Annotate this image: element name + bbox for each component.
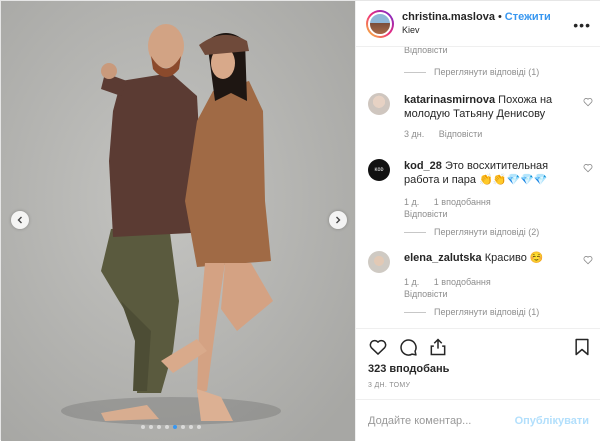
- carousel-dot: [149, 425, 153, 429]
- author-avatar[interactable]: [366, 9, 394, 38]
- post-timestamp[interactable]: 3 дн. тому: [368, 382, 410, 389]
- comment-input[interactable]: [368, 414, 515, 427]
- heart-icon[interactable]: [368, 337, 388, 357]
- photo-illustration: [1, 1, 355, 441]
- post-header: christina.maslova • Стежити Kiev •••: [356, 1, 600, 47]
- reply-link[interactable]: Відповісти: [404, 289, 448, 299]
- comment-meta: 1 д. 1 вподобання: [404, 197, 503, 207]
- view-replies-link[interactable]: Переглянути відповіді (1): [404, 307, 539, 317]
- post-side-panel: christina.maslova • Стежити Kiev ••• Від…: [355, 1, 600, 441]
- post-location[interactable]: Kiev: [402, 24, 551, 37]
- carousel-dot: [173, 425, 177, 429]
- comment-icon[interactable]: [398, 337, 418, 357]
- follow-button[interactable]: Стежити: [505, 11, 551, 24]
- comments-list[interactable]: Відповісти Переглянути відповіді (1) kat…: [356, 47, 600, 329]
- more-options-icon[interactable]: •••: [573, 17, 591, 33]
- instagram-post: christina.maslova • Стежити Kiev ••• Від…: [0, 0, 600, 441]
- carousel-dot: [189, 425, 193, 429]
- commenter-avatar[interactable]: [368, 251, 390, 273]
- carousel-dot: [141, 425, 145, 429]
- publish-button[interactable]: Опублікувати: [515, 415, 589, 427]
- view-replies-link[interactable]: Переглянути відповіді (1): [404, 67, 539, 77]
- carousel-dot: [197, 425, 201, 429]
- comment-meta-reply: Відповісти: [404, 209, 460, 219]
- carousel-dot: [157, 425, 161, 429]
- like-comment-icon[interactable]: [583, 163, 593, 173]
- author-username[interactable]: christina.maslova: [402, 11, 495, 24]
- chevron-left-icon: [17, 216, 22, 224]
- comment-text: Красиво ☺️: [484, 252, 544, 264]
- like-comment-icon[interactable]: [583, 255, 593, 265]
- post-photo[interactable]: [1, 1, 355, 441]
- commenter-avatar[interactable]: KOD: [368, 159, 390, 181]
- comment-meta: 1 д. 1 вподобання: [404, 277, 503, 287]
- comment-time: 3 дн.: [404, 129, 425, 139]
- next-slide-button[interactable]: [329, 211, 347, 229]
- bookmark-icon[interactable]: [572, 337, 592, 357]
- commenter-avatar[interactable]: [368, 93, 390, 115]
- like-comment-icon[interactable]: [583, 97, 593, 107]
- previous-slide-button[interactable]: [11, 211, 29, 229]
- comment-username[interactable]: katarinasmirnova: [404, 94, 495, 106]
- reply-link[interactable]: Відповісти: [404, 209, 448, 219]
- comment-likes[interactable]: 1 вподобання: [434, 197, 491, 207]
- comment-time: 1 д.: [404, 197, 420, 207]
- reply-link[interactable]: Відповісти: [439, 129, 483, 139]
- comment-meta: 3 дн. Відповісти: [404, 129, 494, 139]
- view-replies-link[interactable]: Переглянути відповіді (2): [404, 227, 539, 237]
- post-actions: [368, 333, 590, 359]
- carousel-dot: [165, 425, 169, 429]
- comment-username[interactable]: kod_28: [404, 160, 442, 172]
- header-separator: •: [497, 10, 502, 23]
- carousel-dot: [181, 425, 185, 429]
- chevron-right-icon: [336, 216, 341, 224]
- share-icon[interactable]: [428, 337, 448, 357]
- reply-link[interactable]: Відповісти: [404, 47, 448, 55]
- comment-meta-reply: Відповісти: [404, 289, 460, 299]
- comment-time: 1 д.: [404, 277, 420, 287]
- likes-count[interactable]: 323 вподобань: [368, 363, 449, 375]
- add-comment-bar: Опублікувати: [356, 399, 600, 441]
- comment-username[interactable]: elena_zalutska: [404, 252, 482, 264]
- carousel-indicator: [141, 425, 201, 429]
- comment-likes[interactable]: 1 вподобання: [434, 277, 491, 287]
